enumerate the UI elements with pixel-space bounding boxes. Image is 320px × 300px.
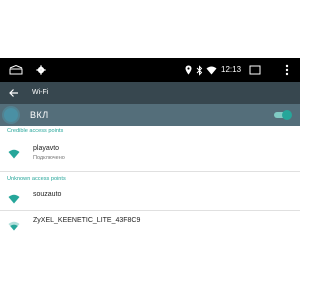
network-row-souzauto[interactable]: souzauto [0,186,300,208]
android-wifi-settings-screen: 12:13 Wi-Fi ВКЛ Credible access points p… [0,58,300,243]
settings-gear-icon [35,58,47,82]
section-header-credible: Credible access points [7,128,64,134]
back-arrow-icon[interactable] [6,82,22,104]
network-status: Подключено [33,155,65,161]
network-ssid: ZyXEL_KEENETIC_LITE_43F8C9 [33,217,141,224]
wifi-icon [205,58,217,82]
recent-apps-icon[interactable] [248,58,262,82]
page-title: Wi-Fi [32,89,49,96]
wifi-signal-full-icon [8,191,20,204]
wifi-switch-bar[interactable]: ВКЛ [0,104,300,126]
touch-indicator-icon [4,108,18,122]
clock: 12:13 [221,65,242,74]
more-vert-icon[interactable] [282,58,292,82]
wifi-signal-full-icon [8,146,20,159]
divider [0,171,300,172]
wifi-signal-medium-icon [8,218,20,231]
toggle-thumb [282,110,292,120]
wifi-switch-label: ВКЛ [30,110,49,120]
section-header-unknown: Unknown access points [7,176,66,182]
network-ssid: souzauto [33,191,62,198]
network-ssid: playavto [33,145,60,152]
expand-icon[interactable] [8,58,24,82]
app-bar: Wi-Fi [0,82,300,104]
location-icon [183,58,193,82]
bluetooth-icon [194,58,204,82]
status-bar: 12:13 [0,58,300,82]
network-row-playavto[interactable]: playavto Подключено [0,138,300,168]
wifi-toggle[interactable] [274,110,292,120]
network-row-zyxel[interactable]: ZyXEL_KEENETIC_LITE_43F8C9 [0,210,300,234]
